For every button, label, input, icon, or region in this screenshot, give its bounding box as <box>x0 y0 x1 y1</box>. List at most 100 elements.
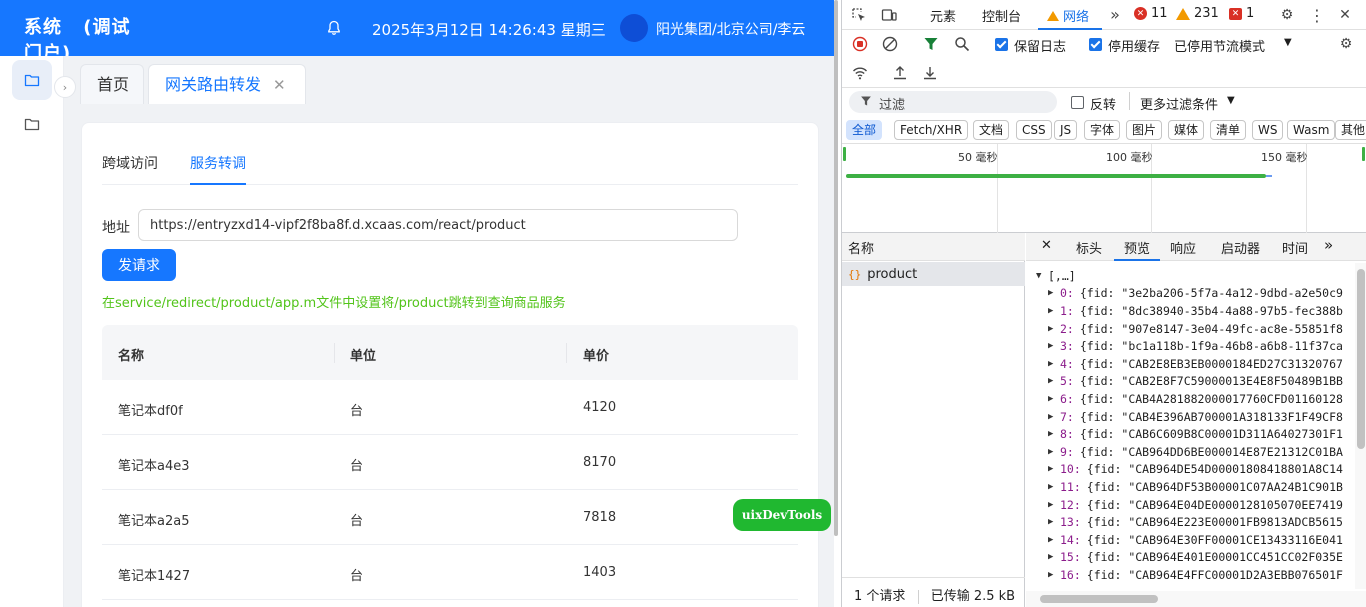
json-array-item[interactable]: ▶ 12: {fid: "CAB964E04DE0000128105070EE741… <box>1048 496 1343 514</box>
json-array-item[interactable]: ▶ 9: {fid: "CAB964DD6BE000014E87E21312C01B… <box>1048 443 1343 461</box>
tab-cross-domain[interactable]: 跨域访问 <box>102 153 158 173</box>
chevron-down-icon[interactable]: ▼ <box>1227 95 1235 106</box>
timeline-handle-left[interactable] <box>843 147 846 161</box>
preserve-log-checkbox[interactable] <box>995 38 1008 51</box>
record-stop-icon[interactable] <box>851 35 869 53</box>
tab-gateway-route[interactable]: 网关路由转发 ✕ <box>148 64 306 104</box>
network-settings-gear-icon[interactable]: ⚙ <box>1337 35 1355 53</box>
clear-icon[interactable] <box>881 35 899 53</box>
chip-document[interactable]: 文档 <box>973 120 1010 140</box>
header-datetime: 2025年3月12日 14:26:43 星期三 <box>372 21 606 39</box>
invert-checkbox[interactable] <box>1071 96 1084 109</box>
json-array-item[interactable]: ▶ 8: {fid: "CAB6C609B8C00001D311A64027301F… <box>1048 425 1343 443</box>
json-array-item[interactable]: ▶ 0: {fid: "3e2ba206-5f7a-4a12-9dbd-a2e50c… <box>1048 285 1343 303</box>
json-array-item[interactable]: ▶ 6: {fid: "CAB4A281882000017760CFD0116012… <box>1048 390 1343 408</box>
json-value: {fid: "CAB964DD6BE000014E87E21312C01BA <box>1079 444 1343 459</box>
request-row-product[interactable]: {} product <box>842 262 1025 286</box>
detail-tab-initiator[interactable]: 启动器 <box>1221 238 1260 257</box>
network-conditions-wifi-icon[interactable] <box>851 64 869 82</box>
json-scrollbar-thumb[interactable] <box>1357 269 1365 449</box>
throttle-select[interactable]: 已停用节流模式 <box>1174 36 1265 55</box>
json-root-row[interactable]: ▼ [,…] <box>1036 267 1076 285</box>
uix-devtools-button[interactable]: uixDevTools <box>733 499 831 531</box>
table-row: 笔记本df0f 台 4120 <box>102 380 798 435</box>
more-tabs-icon[interactable]: » <box>1324 236 1333 254</box>
address-input[interactable] <box>138 209 738 241</box>
json-array-item[interactable]: ▶ 16: {fid: "CAB964E4FFC00001D2A3EBB076501… <box>1048 566 1343 584</box>
chevron-down-icon[interactable]: ▼ <box>1284 37 1292 48</box>
warning-count-badge[interactable]: 231 <box>1176 6 1219 21</box>
issue-count-badge[interactable]: ✕ 1 <box>1229 6 1254 21</box>
detail-tab-response[interactable]: 响应 <box>1170 238 1196 257</box>
json-array-item[interactable]: ▶ 14: {fid: "CAB964E30FF00001CE13433116E04… <box>1048 531 1343 549</box>
chip-css[interactable]: CSS <box>1016 120 1052 140</box>
filter-input[interactable]: 过滤 <box>849 91 1057 113</box>
json-array-item[interactable]: ▶ 10: {fid: "CAB964DE54D00001808418801A8C1… <box>1048 461 1343 479</box>
app-header: 系统 (调试门户) 2025年3月12日 14:26:43 星期三 阳光集团/北… <box>0 0 838 56</box>
user-org[interactable]: 阳光集团/北京公司/李云 <box>656 19 805 39</box>
cell-name: 笔记本1427 <box>118 569 191 584</box>
app-scrollbar-thumb[interactable] <box>834 0 838 536</box>
folder-icon <box>24 74 40 87</box>
inspect-icon[interactable] <box>850 6 868 24</box>
cell-name: 笔记本df0f <box>118 404 183 419</box>
cell-unit: 台 <box>350 459 364 474</box>
timeline-handle-right[interactable] <box>1362 147 1365 161</box>
bell-icon[interactable] <box>326 20 342 36</box>
warning-icon <box>1176 7 1190 20</box>
close-icon[interactable]: ✕ <box>1336 6 1354 24</box>
avatar[interactable] <box>620 14 648 42</box>
chip-other[interactable]: 其他 <box>1335 120 1366 140</box>
tab-label: 网关路由转发 <box>165 75 262 94</box>
json-array-item[interactable]: ▶ 15: {fid: "CAB964E401E00001CC451CC02F035… <box>1048 549 1343 567</box>
chip-manifest[interactable]: 清单 <box>1210 120 1247 140</box>
settings-gear-icon[interactable]: ⚙ <box>1278 6 1296 24</box>
chip-wasm[interactable]: Wasm <box>1287 120 1336 140</box>
filter-funnel-icon[interactable] <box>922 35 940 53</box>
chip-media[interactable]: 媒体 <box>1168 120 1205 140</box>
chip-ws[interactable]: WS <box>1252 120 1284 140</box>
sidebar-item-folder-2[interactable] <box>12 104 52 144</box>
close-icon[interactable]: ✕ <box>1041 238 1052 253</box>
json-scrollbar-hthumb[interactable] <box>1040 595 1158 603</box>
json-array-item[interactable]: ▶ 13: {fid: "CAB964E223E00001FB9813ADCB561… <box>1048 513 1343 531</box>
network-toolbar-2 <box>842 58 1366 88</box>
json-array-item[interactable]: ▶ 3: {fid: "bc1a118b-1f9a-46b8-a6b8-11f37c… <box>1048 337 1343 355</box>
tab-home[interactable]: 首页 <box>80 64 144 104</box>
json-array-item[interactable]: ▶ 5: {fid: "CAB2E8F7C59000013E4E8F50489B1B… <box>1048 373 1343 391</box>
chip-all[interactable]: 全部 <box>846 120 883 140</box>
kebab-menu-icon[interactable]: ⋮ <box>1308 6 1326 25</box>
more-filters-dropdown[interactable]: 更多过滤条件 <box>1140 94 1218 113</box>
network-overview-timeline[interactable]: 50 毫秒 100 毫秒 150 毫秒 <box>842 144 1366 233</box>
devtools-tab-elements[interactable]: 元素 <box>930 6 956 25</box>
detail-tab-preview[interactable]: 预览 <box>1124 238 1150 257</box>
json-array-item[interactable]: ▶ 1: {fid: "8dc38940-35b4-4a88-97b5-fec388… <box>1048 302 1343 320</box>
json-array-item[interactable]: ▶ 2: {fid: "907e8147-3e04-49fc-ac8e-55851f… <box>1048 320 1343 338</box>
json-array-item[interactable]: ▶ 4: {fid: "CAB2E8EB3EB0000184ED27C3132076… <box>1048 355 1343 373</box>
warning-count: 231 <box>1194 6 1219 21</box>
disable-cache-checkbox[interactable] <box>1089 38 1102 51</box>
json-array-item[interactable]: ▶ 7: {fid: "CAB4E396AB700001A318133F1F49CF… <box>1048 408 1343 426</box>
more-tabs-icon[interactable]: » <box>1106 5 1124 24</box>
download-icon[interactable] <box>921 64 939 82</box>
expand-triangle-right-icon: ▶ <box>1048 446 1054 457</box>
detail-tab-timing[interactable]: 时间 <box>1282 238 1308 257</box>
tab-service-redirect[interactable]: 服务转调 <box>190 153 246 173</box>
chip-js[interactable]: JS <box>1054 120 1078 140</box>
devtools-tabbar: 元素 控制台 网络 » ✕ 11 231 ✕ 1 ⚙ ⋮ ✕ <box>842 0 1366 30</box>
devtools-tab-network[interactable]: 网络 <box>1047 6 1089 25</box>
devtools-tab-console[interactable]: 控制台 <box>982 6 1021 25</box>
send-request-button[interactable]: 发请求 <box>102 249 176 281</box>
chip-font[interactable]: 字体 <box>1084 120 1121 140</box>
json-array-item[interactable]: ▶ 11: {fid: "CAB964DF53B00001C07AA24B1C901… <box>1048 478 1343 496</box>
chip-fetch-xhr[interactable]: Fetch/XHR <box>894 120 969 140</box>
detail-tab-headers[interactable]: 标头 <box>1076 238 1102 257</box>
search-icon[interactable] <box>953 35 971 53</box>
sidebar-collapse-button[interactable]: › <box>54 76 76 98</box>
upload-icon[interactable] <box>891 64 909 82</box>
chip-image[interactable]: 图片 <box>1126 120 1163 140</box>
close-icon[interactable]: ✕ <box>273 76 286 94</box>
device-toolbar-icon[interactable] <box>880 6 898 24</box>
sidebar-item-folder-1[interactable] <box>12 60 52 100</box>
error-count-badge[interactable]: ✕ 11 <box>1134 6 1168 21</box>
